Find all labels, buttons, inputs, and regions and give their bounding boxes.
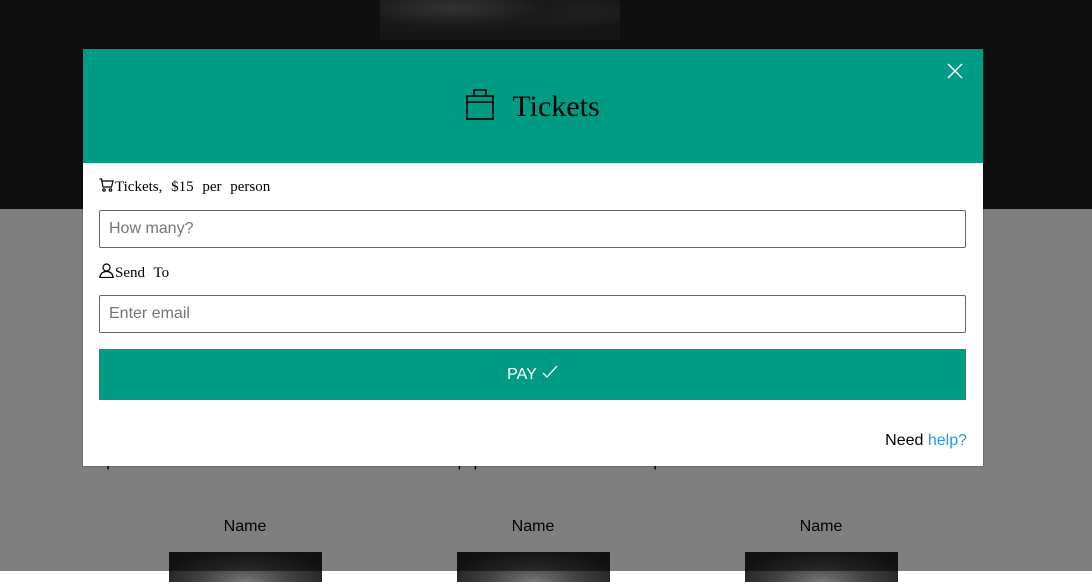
email-field[interactable]	[99, 295, 966, 333]
send-to-label: Send To	[99, 263, 169, 283]
help-row: Need help?	[885, 432, 967, 450]
checkmark-icon	[537, 365, 558, 384]
pay-button-label: PAY	[507, 365, 537, 383]
briefcase-icon	[466, 89, 512, 120]
shopping-cart-icon	[99, 178, 115, 197]
help-link[interactable]: help?	[928, 432, 967, 449]
tickets-modal: Tickets Tickets, $15 per person Se	[83, 49, 983, 466]
modal-header: Tickets	[83, 49, 983, 163]
modal-title: Tickets	[512, 90, 600, 123]
help-prefix: Need	[885, 432, 924, 449]
ticket-quantity-input[interactable]	[99, 210, 966, 248]
pay-button[interactable]: PAY	[99, 349, 966, 400]
user-icon	[99, 263, 115, 283]
tickets-price-label: Tickets, $15 per person	[99, 178, 270, 197]
modal-title-row: Tickets	[83, 89, 983, 124]
close-icon[interactable]	[943, 59, 967, 83]
